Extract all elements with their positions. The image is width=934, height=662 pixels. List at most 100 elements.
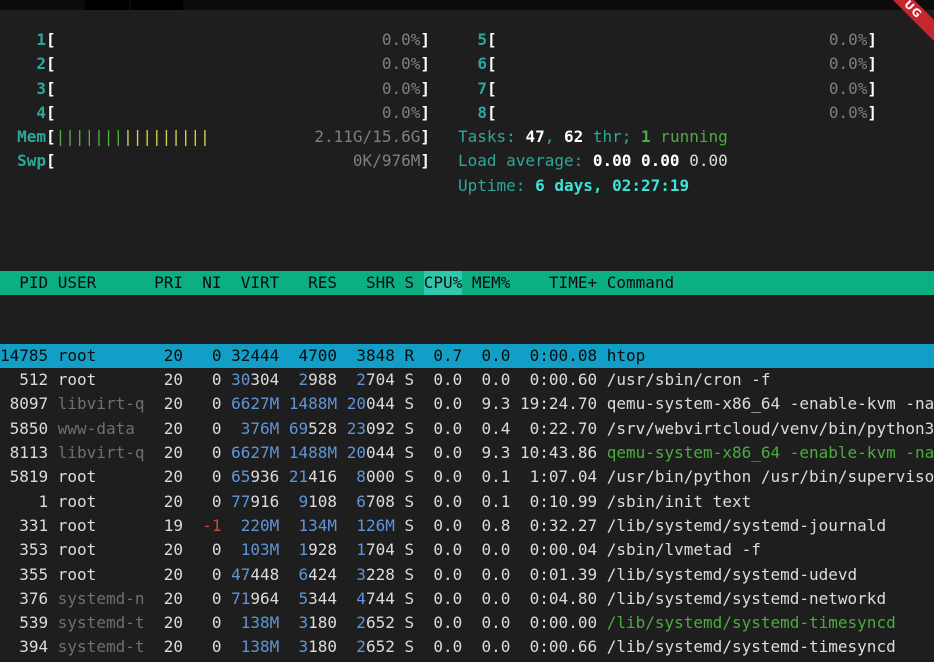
process-row[interactable]: 331root19-1220M134M126MS0.00.80:32.27/li… <box>0 514 934 538</box>
cell-mem: 0.1 <box>472 490 511 514</box>
text-segment: systemd-n <box>58 589 145 608</box>
text-segment: 20 <box>164 589 183 608</box>
column-header-command[interactable]: Command <box>607 271 934 295</box>
meter-close-bracket: ] <box>420 125 430 149</box>
text-segment: 0 <box>212 613 222 632</box>
meter-open-bracket: [ <box>487 28 497 52</box>
column-header-res[interactable]: RES <box>289 271 337 295</box>
text-segment: 0 <box>212 492 222 511</box>
cell-command: /sbin/init text <box>607 490 934 514</box>
text-segment: 708 <box>366 492 395 511</box>
cpu-meter-8-label: 8 <box>458 101 487 125</box>
cell-pid: 512 <box>0 368 48 392</box>
text-segment: 0.0 <box>433 394 462 413</box>
meter-open-bracket: [ <box>46 101 56 125</box>
swap-meter-bar: 0K/976M <box>56 149 421 173</box>
cell-shr: 8000 <box>347 465 395 489</box>
process-row[interactable]: 8113libvirt-q2006627M1488M20044S0.09.310… <box>0 441 934 465</box>
text-segment: 376M <box>241 419 280 438</box>
text-segment: 0 <box>212 565 222 584</box>
cell-user: root <box>58 344 145 368</box>
cell-mem: 0.0 <box>472 368 511 392</box>
column-header-mem[interactable]: MEM% <box>472 271 511 295</box>
text-segment: 9 <box>299 492 309 511</box>
cell-res: 4700 <box>289 344 337 368</box>
process-row[interactable]: 394systemd-t200138M31802652S0.00.00:00.6… <box>0 635 934 659</box>
text-segment: 20 <box>164 370 183 389</box>
text-segment: 20 <box>164 540 183 559</box>
text-segment: 0.0 <box>482 565 511 584</box>
cell-s: S <box>404 392 414 416</box>
process-row[interactable]: 5850www-data200376M6952823092S0.00.40:22… <box>0 417 934 441</box>
column-header-s[interactable]: S <box>404 271 414 295</box>
process-row[interactable]: 512root2003030429882704S0.00.00:00.60/us… <box>0 368 934 392</box>
column-header-pid[interactable]: PID <box>0 271 48 295</box>
text-segment: 0.0 <box>433 419 462 438</box>
cpu-meter-1-bar: 0.0% <box>56 28 421 52</box>
process-row[interactable]: 376systemd-n2007196453444744S0.00.00:04.… <box>0 587 934 611</box>
text-segment: 0:01.39 <box>530 565 597 584</box>
text-segment: ||||||| <box>56 127 123 146</box>
cpu-meter-8: 8[0.0%] <box>458 101 877 125</box>
column-header-virt[interactable]: VIRT <box>231 271 279 295</box>
text-segment: 988 <box>308 370 337 389</box>
column-header-user[interactable]: USER <box>58 271 145 295</box>
cell-ni: 0 <box>193 441 222 465</box>
text-segment: 1:07.04 <box>530 467 597 486</box>
process-table-body: 14785root2003244447003848R0.70.00:00.08h… <box>0 344 934 662</box>
text-segment: 0.8 <box>482 516 511 535</box>
cell-s: S <box>404 538 414 562</box>
process-table: PID USER PRI NI VIRT RES SHR S CPU% MEM% TIME+ Comm… <box>0 222 934 662</box>
cell-res: 1488M <box>289 392 337 416</box>
text-segment: 0:32.27 <box>530 516 597 535</box>
cell-pid: 355 <box>0 563 48 587</box>
text-segment: 2 <box>356 370 366 389</box>
cell-pri: 20 <box>154 392 183 416</box>
cell-res: 6424 <box>289 563 337 587</box>
text-segment: 0.0 <box>433 589 462 608</box>
text-segment: thr; <box>583 125 641 149</box>
cell-command: /lib/systemd/systemd-timesyncd <box>607 635 934 659</box>
cpu-meter-3-value: 0.0% <box>382 77 421 101</box>
text-segment: 4 <box>356 589 366 608</box>
cell-pri: 20 <box>154 611 183 635</box>
text-segment: 0.0 <box>433 565 462 584</box>
cell-cpu: 0.0 <box>424 611 463 635</box>
cell-command: /lib/systemd/systemd-journald <box>607 514 934 538</box>
column-header-cpu[interactable]: CPU% <box>424 271 463 295</box>
column-header-shr[interactable]: SHR <box>347 271 395 295</box>
text-segment: 928 <box>308 540 337 559</box>
process-row-selected[interactable]: 14785root2003244447003848R0.70.00:00.08h… <box>0 344 934 368</box>
cell-res: 134M <box>289 514 337 538</box>
text-segment: S <box>404 516 414 535</box>
text-segment: 0.1 <box>482 467 511 486</box>
column-header-time[interactable]: TIME+ <box>520 271 597 295</box>
text-segment: 424 <box>308 565 337 584</box>
column-header-ni[interactable]: NI <box>193 271 222 295</box>
text-segment: S <box>404 394 414 413</box>
process-row[interactable]: 1root2007791691086708S0.00.10:10.99/sbin… <box>0 490 934 514</box>
process-row[interactable]: 5819root20065936214168000S0.00.11:07.04/… <box>0 465 934 489</box>
cpu-meter-2-bar: 0.0% <box>56 52 421 76</box>
process-row[interactable]: 8097libvirt-q2006627M1488M20044S0.09.319… <box>0 392 934 416</box>
text-segment: 528 <box>308 419 337 438</box>
text-segment: 20 <box>164 467 183 486</box>
text-segment: 0 <box>212 637 222 656</box>
cell-mem: 0.4 <box>472 417 511 441</box>
cell-user: libvirt-q <box>58 392 145 416</box>
text-segment: 916 <box>250 492 279 511</box>
text-segment: 0.0 <box>482 540 511 559</box>
text-segment: 77 <box>231 492 250 511</box>
process-row[interactable]: 355root2004744864243228S0.00.00:01.39/li… <box>0 563 934 587</box>
column-header-pri[interactable]: PRI <box>154 271 183 295</box>
cell-mem: 9.3 <box>472 441 511 465</box>
text-segment: 0:00.04 <box>530 540 597 559</box>
text-segment: 108 <box>308 492 337 511</box>
process-row[interactable]: 353root200103M19281704S0.00.00:00.04/sbi… <box>0 538 934 562</box>
cpu-meter-4-bar: 0.0% <box>56 101 421 125</box>
process-row[interactable]: 539systemd-t200138M31802652S0.00.00:00.0… <box>0 611 934 635</box>
text-segment: 103M <box>241 540 280 559</box>
cell-time: 0:00.66 <box>520 635 597 659</box>
text-segment: 3 <box>299 637 309 656</box>
cell-shr: 20044 <box>347 392 395 416</box>
